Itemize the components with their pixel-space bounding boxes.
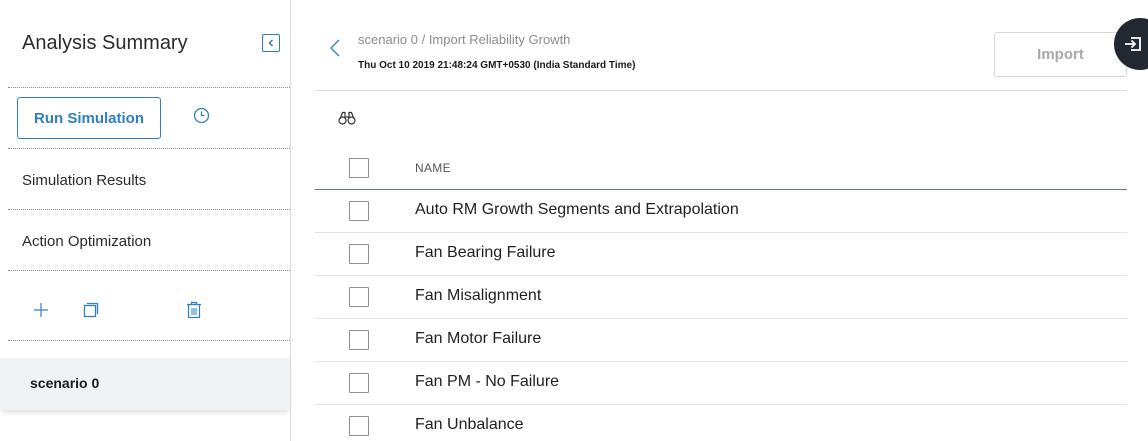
divider — [8, 87, 290, 88]
row-name: Auto RM Growth Segments and Extrapolatio… — [415, 201, 739, 218]
trash-icon[interactable] — [186, 301, 202, 319]
sidebar-header: Analysis Summary — [0, 0, 290, 88]
sidebar: Analysis Summary Run Simulation Simulati… — [0, 0, 290, 441]
row-checkbox[interactable] — [349, 287, 369, 307]
breadcrumb: scenario 0 / Import Reliability Growth — [358, 32, 571, 47]
row-checkbox[interactable] — [349, 201, 369, 221]
divider — [8, 148, 290, 149]
table-row[interactable]: Fan Motor Failure — [315, 319, 1127, 362]
sidebar-title: Analysis Summary — [22, 32, 188, 54]
table-header: NAME — [315, 146, 1127, 190]
row-name: Fan Bearing Failure — [415, 244, 556, 261]
copy-icon[interactable] — [82, 301, 100, 319]
collapse-sidebar-icon[interactable] — [262, 34, 280, 52]
divider — [8, 340, 290, 341]
records-table: NAME Auto RM Growth Segments and Extrapo… — [315, 146, 1127, 441]
table-row[interactable]: Fan Unbalance — [315, 405, 1127, 441]
scenario-label: scenario 0 — [30, 375, 100, 391]
row-checkbox[interactable] — [349, 416, 369, 436]
select-all-checkbox[interactable] — [349, 158, 369, 178]
sidebar-item-action-optimization[interactable]: Action Optimization — [22, 233, 151, 250]
plus-icon[interactable] — [33, 302, 49, 318]
column-header-name[interactable]: NAME — [415, 161, 451, 175]
sidebar-border — [290, 0, 291, 441]
binoculars-icon[interactable] — [338, 110, 356, 126]
table-row[interactable]: Fan Misalignment — [315, 276, 1127, 319]
clock-icon[interactable] — [193, 107, 210, 124]
timestamp: Thu Oct 10 2019 21:48:24 GMT+0530 (India… — [358, 60, 636, 71]
divider — [8, 209, 290, 210]
row-name: Fan Motor Failure — [415, 330, 542, 347]
row-checkbox[interactable] — [349, 244, 369, 264]
sidebar-item-simulation-results[interactable]: Simulation Results — [22, 172, 146, 189]
row-checkbox[interactable] — [349, 373, 369, 393]
table-row[interactable]: Fan Bearing Failure — [315, 233, 1127, 276]
row-name: Fan Unbalance — [415, 416, 524, 433]
row-name: Fan PM - No Failure — [415, 373, 560, 390]
table-row[interactable]: Fan PM - No Failure — [315, 362, 1127, 405]
header-divider — [315, 90, 1127, 91]
scenario-item[interactable]: scenario 0 — [0, 358, 290, 410]
sign-in-icon — [1125, 37, 1141, 51]
row-name: Fan Misalignment — [415, 287, 542, 304]
run-simulation-button[interactable]: Run Simulation — [17, 97, 161, 139]
table-row[interactable]: Auto RM Growth Segments and Extrapolatio… — [315, 190, 1127, 233]
back-chevron-icon[interactable] — [329, 38, 341, 58]
row-checkbox[interactable] — [349, 330, 369, 350]
import-button[interactable]: Import — [994, 32, 1127, 77]
divider — [8, 270, 290, 271]
